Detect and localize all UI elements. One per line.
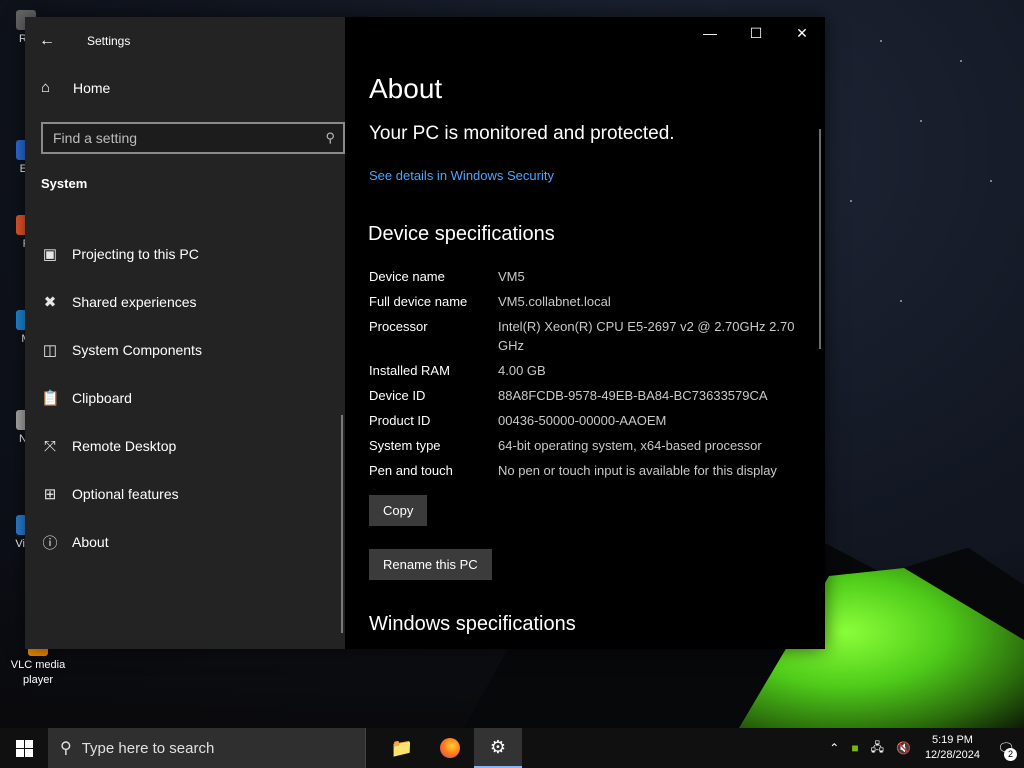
spec-value: VM5 xyxy=(498,269,525,284)
clock-date: 12/28/2024 xyxy=(924,749,980,761)
optional-features-icon: ⊞ xyxy=(43,486,57,503)
search-icon[interactable]: ⚲ xyxy=(325,130,335,146)
projector-icon: ▣ xyxy=(42,246,58,263)
sidebar-item-label: Clipboard xyxy=(72,390,132,406)
share-icon: ✖ xyxy=(43,294,57,311)
spec-value: 00436-50000-00000-AAOEM xyxy=(498,413,667,428)
sidebar-item-label: Remote Desktop xyxy=(72,438,177,454)
spec-value: Intel(R) Xeon(R) CPU E5-2697 v2 @ 2.70GH… xyxy=(498,319,795,353)
spec-key: Processor xyxy=(369,319,428,334)
spec-value: 64-bit operating system, x64-based proce… xyxy=(498,438,762,453)
notification-count-badge: 2 xyxy=(1004,747,1017,761)
minimize-button[interactable]: — xyxy=(687,17,733,49)
spec-key: Installed RAM xyxy=(369,363,450,378)
spec-key: Pen and touch xyxy=(369,463,453,478)
desktop-icon-label: VLC media player xyxy=(10,659,66,686)
page-title: About xyxy=(369,73,443,104)
spec-value: 88A8FCDB-9578-49EB-BA84-BC73633579CA xyxy=(498,388,768,403)
spec-row: Processor Intel(R) Xeon(R) CPU E5-2697 v2… xyxy=(369,317,819,355)
spec-row: Device name VM5 xyxy=(369,267,819,286)
speaker-muted-icon[interactable]: 🔇 xyxy=(896,741,911,755)
settings-title-bar: ← Settings xyxy=(39,25,130,57)
spec-value: 4.00 GB xyxy=(498,363,546,378)
folder-icon: 📁 xyxy=(390,737,414,758)
spec-row: Device ID 88A8FCDB-9578-49EB-BA84-BC73633… xyxy=(369,386,819,405)
spec-key: Device ID xyxy=(369,388,426,403)
components-icon: ◫ xyxy=(42,342,58,359)
sidebar-item-label: Optional features xyxy=(72,486,179,502)
search-icon: ⚲ xyxy=(60,740,72,757)
spec-value: No pen or touch input is available for t… xyxy=(498,463,777,478)
home-icon: ⌂ xyxy=(41,79,51,96)
clock[interactable]: 5:19 PM 12/28/2024 xyxy=(925,733,980,763)
action-center-button[interactable]: 🗨 2 xyxy=(988,740,1024,761)
spec-key: System type xyxy=(369,438,441,453)
find-setting-box: ⚲ xyxy=(41,122,345,154)
about-content-pane: — ☐ ✕ About Your PC is monitored and pro… xyxy=(345,17,825,649)
spec-row: System type 64-bit operating system, x64-… xyxy=(369,436,819,455)
spec-row: Product ID 00436-50000-00000-AAOEM xyxy=(369,411,819,430)
settings-taskbar-button[interactable]: ⚙ xyxy=(474,728,522,768)
spec-key: Device name xyxy=(369,269,445,284)
spec-row: Pen and touch No pen or touch input is av… xyxy=(369,461,819,480)
find-setting-input[interactable] xyxy=(51,129,326,147)
system-tray: ⌃ ■ 🖧 🔇 5:19 PM 12/28/2024 🗨 2 xyxy=(823,728,1024,768)
windows-specifications-heading: Windows specifications xyxy=(369,613,576,635)
spec-value: VM5.collabnet.local xyxy=(498,294,611,309)
back-arrow-icon[interactable]: ← xyxy=(39,32,59,50)
sidebar-item-label: System Components xyxy=(72,342,202,358)
windows-logo-icon xyxy=(15,739,33,757)
sidebar-item-label: Projecting to this PC xyxy=(72,246,199,262)
file-explorer-taskbar-button[interactable]: 📁 xyxy=(378,728,426,768)
sidebar-item-about[interactable]: ⓘ About xyxy=(25,518,345,566)
firefox-taskbar-button[interactable] xyxy=(426,728,474,768)
nvidia-icon[interactable]: ■ xyxy=(851,741,858,755)
info-icon: ⓘ xyxy=(42,534,58,552)
clock-time: 5:19 PM xyxy=(931,734,973,746)
taskbar-search-placeholder: Type here to search xyxy=(81,739,215,757)
settings-nav-pane: ← Settings ⌂ Home ⚲ System ▣ Projecting t… xyxy=(25,17,345,649)
clipboard-icon: 📋 xyxy=(41,390,60,407)
system-nav-list: ▣ Projecting to this PC ✖ Shared experience… xyxy=(25,230,345,566)
sidebar-item-system-components[interactable]: ◫ System Components xyxy=(25,326,345,374)
protection-status: Your PC is monitored and protected. xyxy=(369,123,675,144)
close-button[interactable]: ✕ xyxy=(779,17,825,49)
section-label-system: System xyxy=(41,176,88,191)
sidebar-item-projecting-to-this-pc[interactable]: ▣ Projecting to this PC xyxy=(25,230,345,278)
remote-desktop-icon: ⤧ xyxy=(43,437,56,455)
settings-window: ← Settings ⌂ Home ⚲ System ▣ Projecting t… xyxy=(25,17,825,649)
sidebar-item-label: Shared experiences xyxy=(72,294,197,310)
gear-icon: ⚙ xyxy=(489,736,507,757)
windows-security-link[interactable]: See details in Windows Security xyxy=(369,168,554,183)
firefox-icon xyxy=(440,738,460,758)
spec-key: Full device name xyxy=(369,294,468,309)
sidebar-item-clipboard[interactable]: 📋 Clipboard xyxy=(25,374,345,422)
device-spec-table: Device name VM5 Full device name VM5.collab… xyxy=(369,267,819,486)
taskbar-search-box[interactable]: ⚲ Type here to search xyxy=(48,728,366,768)
chevron-up-icon[interactable]: ⌃ xyxy=(829,741,839,755)
sidebar-item-optional-features[interactable]: ⊞ Optional features xyxy=(25,470,345,518)
sidebar-item-label: About xyxy=(72,534,109,550)
window-controls: — ☐ ✕ xyxy=(687,17,825,49)
start-button[interactable] xyxy=(0,728,48,768)
nav-home-label: Home xyxy=(73,79,111,96)
sidebar-item-shared-experiences[interactable]: ✖ Shared experiences xyxy=(25,278,345,326)
spec-row: Full device name VM5.collabnet.local xyxy=(369,292,819,311)
copy-button[interactable]: Copy xyxy=(369,495,428,526)
network-icon[interactable]: 🖧 xyxy=(871,738,884,759)
nav-home[interactable]: ⌂ Home xyxy=(41,79,110,96)
spec-key: Product ID xyxy=(369,413,431,428)
content-scrollbar[interactable] xyxy=(819,129,821,349)
taskbar: ⚲ Type here to search 📁 ⚙ ⌃ ■ 🖧 🔇 5:19 P… xyxy=(0,728,1024,768)
device-specifications-heading: Device specifications xyxy=(368,223,555,245)
nav-scrollbar[interactable] xyxy=(341,415,343,633)
sidebar-item-remote-desktop[interactable]: ⤧ Remote Desktop xyxy=(25,422,345,470)
spec-row: Installed RAM 4.00 GB xyxy=(369,361,819,380)
rename-pc-button[interactable]: Rename this PC xyxy=(369,549,492,580)
settings-window-title: Settings xyxy=(87,34,131,48)
maximize-button[interactable]: ☐ xyxy=(733,17,779,49)
